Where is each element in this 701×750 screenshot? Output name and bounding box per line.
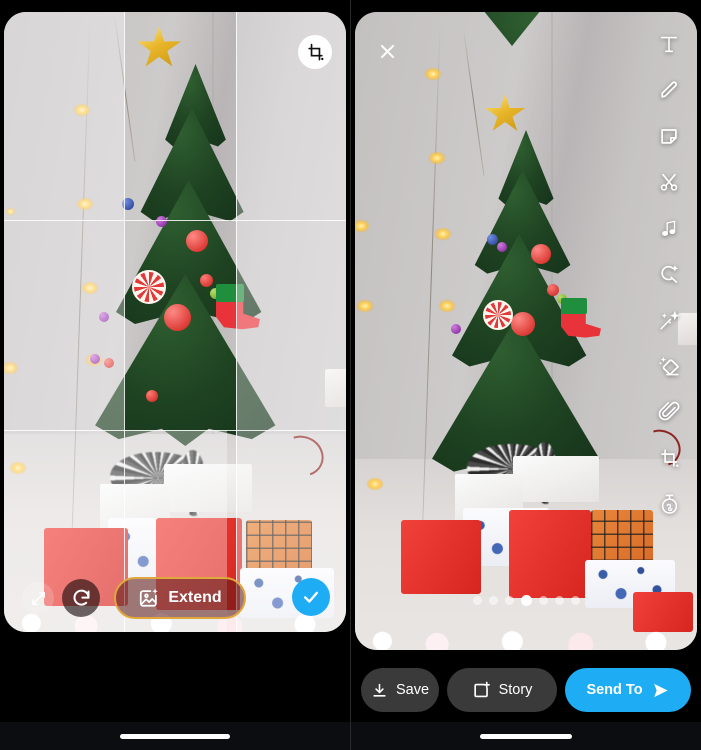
crop-icon[interactable] xyxy=(653,442,685,474)
snap-preview-stage[interactable] xyxy=(355,12,697,650)
crop-dim-left xyxy=(4,12,124,632)
rotate-button[interactable] xyxy=(62,579,100,617)
carousel-dot[interactable] xyxy=(570,596,580,605)
bottom-action-bar: Save Story Send To xyxy=(351,666,701,714)
photo-christmas-tree-preview xyxy=(355,12,697,650)
ai-extend-icon xyxy=(138,587,160,609)
save-button[interactable]: Save xyxy=(361,668,439,712)
download-icon xyxy=(371,682,388,699)
snap-preview-panel: Save Story Send To xyxy=(351,0,701,750)
magic-wand-icon[interactable] xyxy=(653,304,685,336)
carousel-dot[interactable] xyxy=(488,596,498,605)
paperclip-icon[interactable] xyxy=(653,396,685,428)
crop-stage[interactable]: Extend xyxy=(4,12,346,632)
pencil-draw-icon[interactable] xyxy=(653,74,685,106)
save-button-label: Save xyxy=(395,682,430,698)
crop-aspect-button[interactable] xyxy=(298,35,332,69)
carousel-dot[interactable] xyxy=(554,596,564,605)
home-indicator-right xyxy=(480,734,572,739)
confirm-crop-button[interactable] xyxy=(292,578,330,616)
text-tool-icon[interactable] xyxy=(653,28,685,60)
extend-button-label: Extend xyxy=(168,589,222,606)
lens-explore-icon[interactable] xyxy=(653,258,685,290)
sticker-note-icon[interactable] xyxy=(653,120,685,152)
carousel-dot[interactable] xyxy=(504,596,514,605)
music-note-icon[interactable] xyxy=(653,212,685,244)
story-button-label: Story xyxy=(498,682,533,698)
carousel-dot[interactable] xyxy=(472,596,482,605)
send-to-button-label: Send To xyxy=(586,682,643,698)
send-arrow-icon xyxy=(651,681,670,700)
timer-infinity-icon[interactable] xyxy=(653,488,685,520)
scissors-icon[interactable] xyxy=(653,166,685,198)
send-to-button[interactable]: Send To xyxy=(565,668,691,712)
crop-editor-panel: Extend xyxy=(0,0,351,750)
expand-button[interactable] xyxy=(22,582,54,614)
app-screen: Extend Save Story Send To xyxy=(0,0,701,750)
carousel-indicator xyxy=(355,595,697,606)
extend-button[interactable]: Extend xyxy=(114,577,246,619)
magic-eraser-icon[interactable] xyxy=(653,350,685,382)
story-button[interactable]: Story xyxy=(447,668,557,712)
close-button[interactable] xyxy=(370,34,404,68)
carousel-dot-active[interactable] xyxy=(520,595,532,606)
home-indicator-left xyxy=(120,734,230,739)
carousel-dot[interactable] xyxy=(538,596,548,605)
crop-dim-right xyxy=(236,12,346,632)
add-story-icon xyxy=(472,681,491,700)
editor-tool-rail xyxy=(647,28,691,520)
